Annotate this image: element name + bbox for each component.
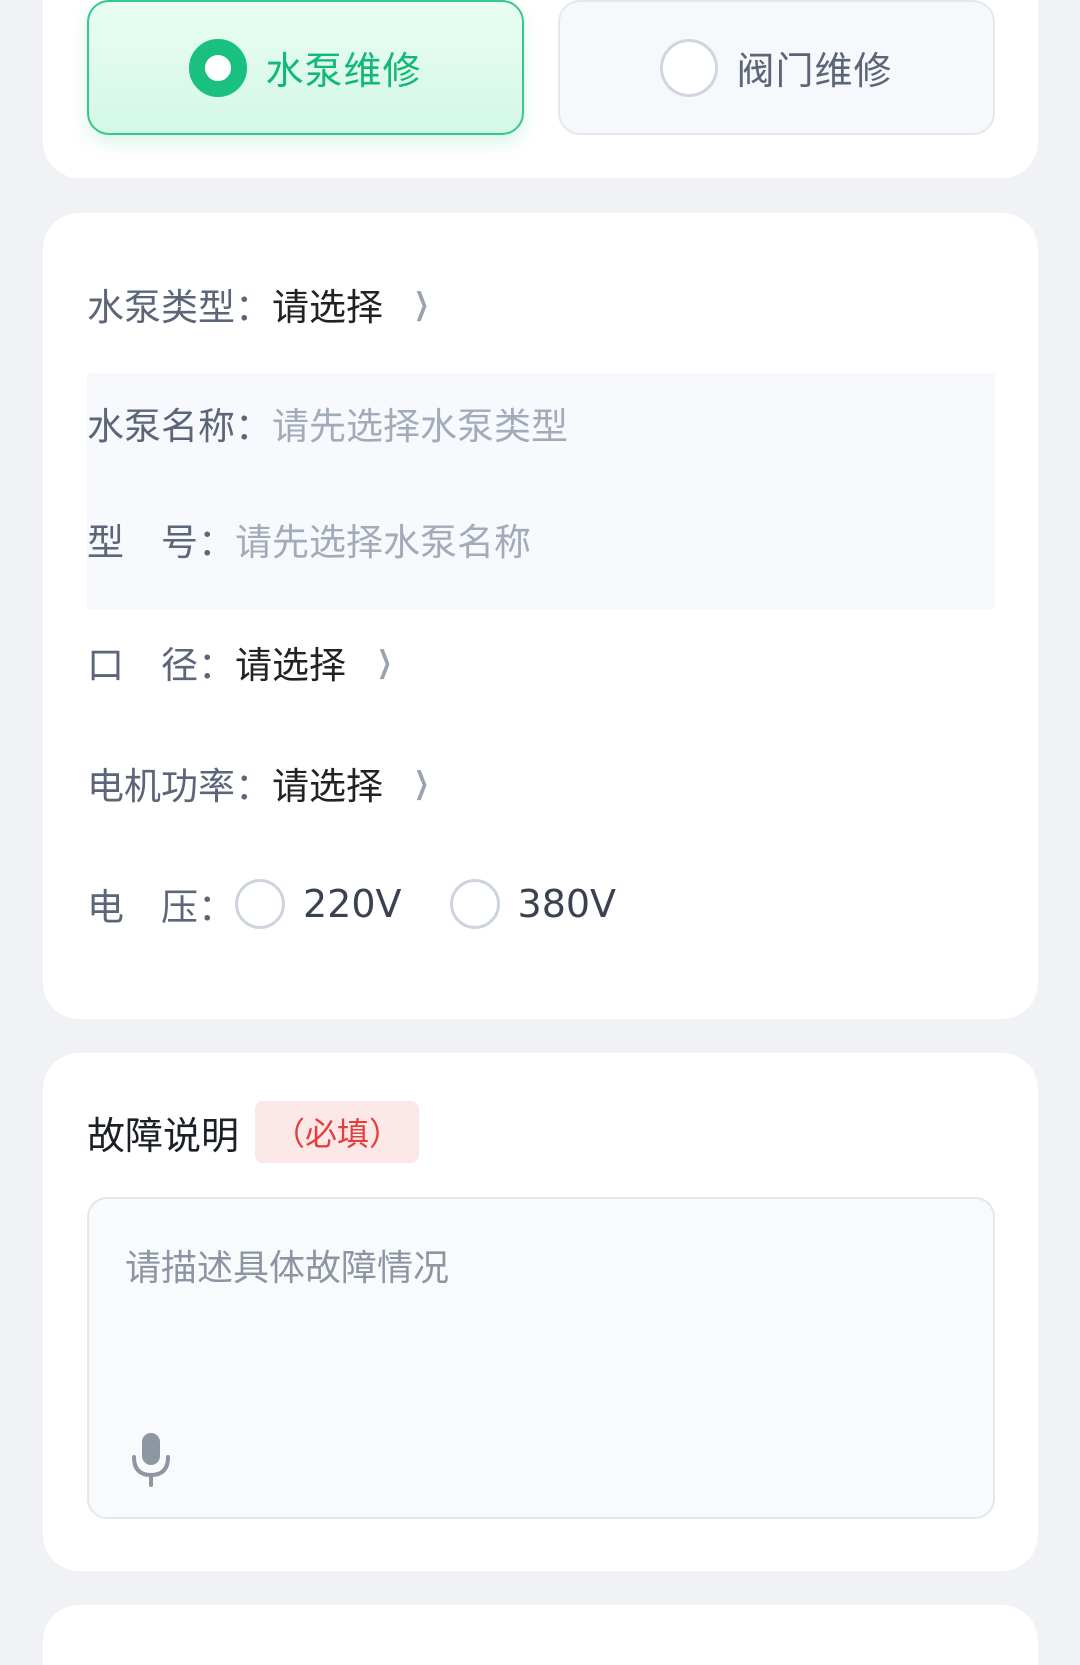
fault-description-card: 故障说明 （必填） <box>43 1053 1038 1571</box>
pump-repair-label: 水泵维修 <box>265 49 422 93</box>
radio-unselected-icon[interactable] <box>235 879 285 929</box>
voltage-option-220v[interactable]: 220V <box>235 879 402 929</box>
fault-description-box <box>87 1197 995 1519</box>
caliber-row[interactable]: 口 径： 请选择 ❯ <box>87 602 995 722</box>
voltage-option-label: 220V <box>303 882 402 926</box>
pump-details-card: 水泵类型： 请选择 ❯ 水泵名称： 请先选择水泵类型 型 号： 请先选择水泵名称… <box>43 213 1038 1019</box>
model-row: 型 号： 请先选择水泵名称 <box>87 479 995 599</box>
pump-name-row: 水泵名称： 请先选择水泵类型 <box>87 363 995 483</box>
voltage-option-380v[interactable]: 380V <box>449 879 617 929</box>
next-card <box>43 1605 1038 1665</box>
model-placeholder: 请先选择水泵名称 <box>235 521 531 564</box>
voltage-row: 电 压： 220V 380V <box>87 844 995 964</box>
radio-selected-icon <box>189 38 248 97</box>
model-label: 型 号： <box>87 521 235 564</box>
pump-name-label: 水泵名称： <box>87 405 272 448</box>
fault-title-row: 故障说明 （必填） <box>87 1101 420 1163</box>
pump-type-label: 水泵类型： <box>87 286 272 329</box>
motor-power-value[interactable]: 请选择 <box>272 756 383 810</box>
caliber-label: 口 径： <box>87 644 235 687</box>
voltage-label: 电 压： <box>87 886 235 929</box>
motor-power-label: 电机功率： <box>87 765 272 808</box>
motor-power-row[interactable]: 电机功率： 请选择 ❯ <box>87 723 995 843</box>
fault-title: 故障说明 <box>87 1113 240 1158</box>
radio-unselected-icon <box>660 38 719 97</box>
valve-repair-option[interactable]: 阀门维修 <box>558 0 995 135</box>
pump-repair-option[interactable]: 水泵维修 <box>87 0 524 135</box>
required-badge: （必填） <box>255 1101 420 1163</box>
pump-type-row[interactable]: 水泵类型： 请选择 ❯ <box>87 244 995 364</box>
repair-type-card: 水泵维修 阀门维修 <box>43 0 1038 178</box>
chevron-right-icon: ❯ <box>377 644 393 680</box>
chevron-right-icon: ❯ <box>414 286 430 322</box>
pump-name-placeholder: 请先选择水泵类型 <box>272 405 568 448</box>
microphone-icon[interactable] <box>129 1431 173 1487</box>
fault-description-input[interactable] <box>125 1239 955 1399</box>
caliber-value[interactable]: 请选择 <box>235 635 346 689</box>
valve-repair-label: 阀门维修 <box>736 49 893 93</box>
chevron-right-icon: ❯ <box>414 765 430 801</box>
pump-type-value[interactable]: 请选择 <box>272 277 383 331</box>
voltage-option-label: 380V <box>517 882 617 926</box>
radio-unselected-icon[interactable] <box>449 879 500 929</box>
